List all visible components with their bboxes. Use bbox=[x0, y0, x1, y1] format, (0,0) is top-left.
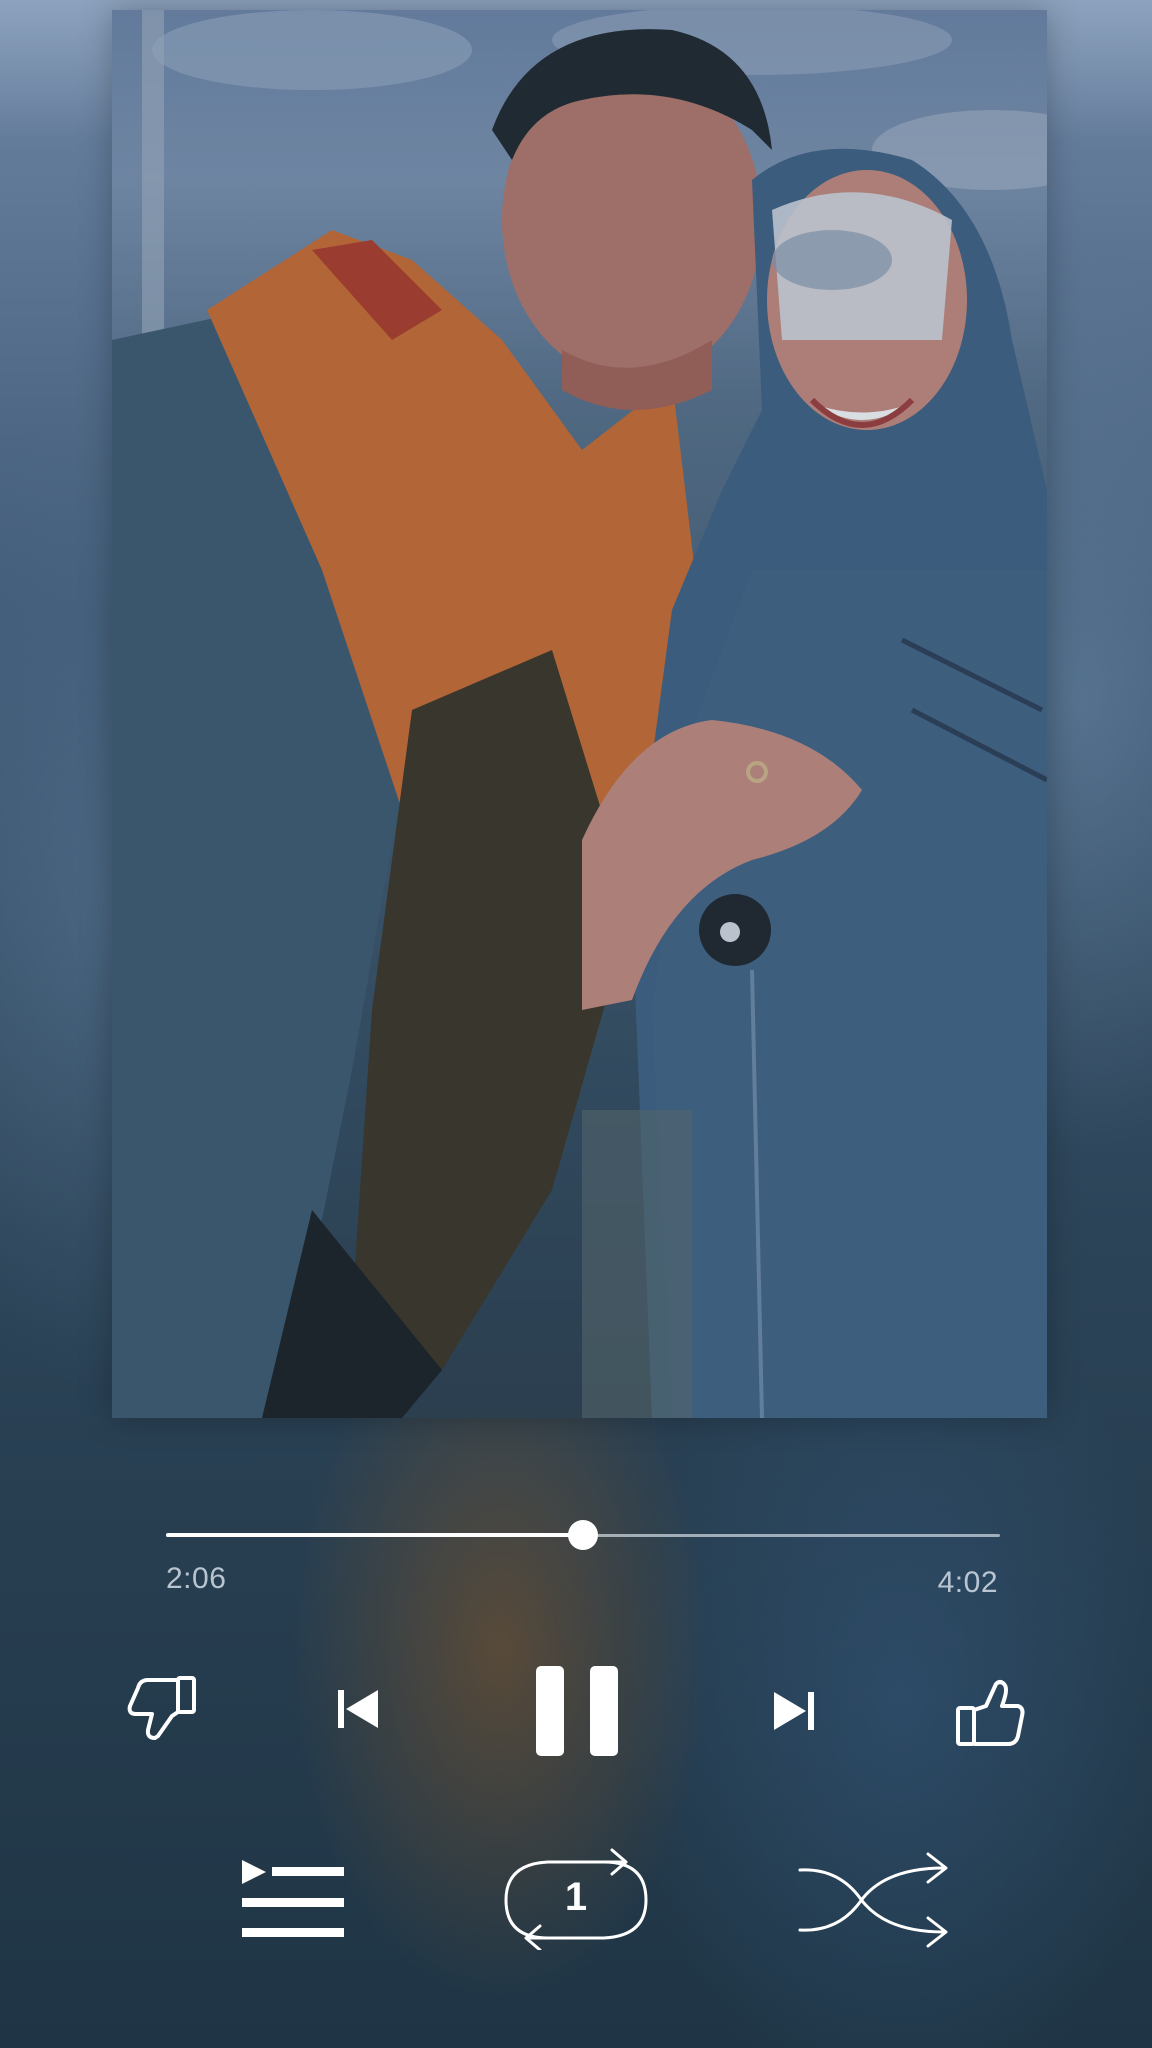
queue-button[interactable] bbox=[240, 1858, 346, 1940]
seek-bar-fill bbox=[166, 1533, 583, 1537]
now-playing-screen: 2:06 4:02 1 bbox=[0, 0, 1152, 2048]
previous-button[interactable] bbox=[336, 1688, 380, 1730]
next-button[interactable] bbox=[772, 1690, 816, 1732]
pause-icon bbox=[536, 1666, 618, 1756]
elapsed-time: 2:06 bbox=[166, 1562, 227, 1595]
album-art bbox=[112, 10, 1047, 1418]
like-button[interactable] bbox=[956, 1678, 1026, 1748]
thumbs-up-icon bbox=[956, 1680, 1025, 1746]
pause-button[interactable] bbox=[534, 1664, 620, 1758]
dislike-button[interactable] bbox=[126, 1672, 200, 1742]
repeat-button[interactable]: 1 bbox=[502, 1844, 650, 1950]
repeat-count: 1 bbox=[564, 1874, 588, 1919]
album-art-photo bbox=[112, 10, 1047, 1418]
seek-bar[interactable] bbox=[166, 1520, 1000, 1550]
skip-previous-icon bbox=[338, 1690, 378, 1728]
skip-next-icon bbox=[774, 1692, 814, 1730]
queue-icon bbox=[242, 1860, 344, 1937]
seek-bar-thumb[interactable] bbox=[568, 1520, 598, 1550]
shuffle-button[interactable] bbox=[798, 1846, 954, 1954]
total-time: 4:02 bbox=[937, 1566, 998, 1599]
thumbs-down-icon bbox=[127, 1676, 196, 1740]
shuffle-icon bbox=[798, 1852, 948, 1948]
